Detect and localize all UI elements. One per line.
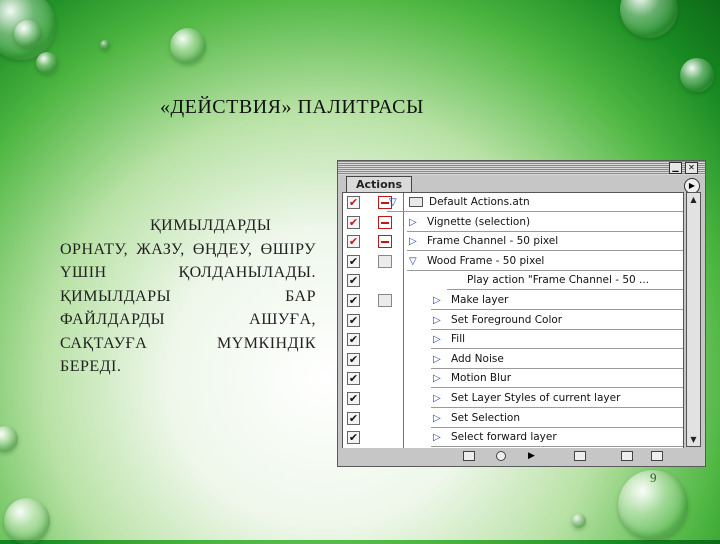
- action-row[interactable]: ✔ ▷ Motion Blur: [343, 369, 683, 389]
- column-separator: [403, 251, 404, 272]
- action-label: Play action "Frame Channel - 50 ...: [467, 274, 650, 287]
- collapsed-triangle-icon[interactable]: ▷: [433, 413, 441, 424]
- action-row[interactable]: ✔ ▷ Set Foreground Color: [343, 310, 683, 331]
- minimize-icon[interactable]: ▁: [669, 162, 682, 174]
- toggle-checkbox[interactable]: ✔: [347, 215, 360, 229]
- column-separator: [403, 349, 404, 370]
- bubble-decoration: [620, 0, 678, 38]
- vertical-scrollbar[interactable]: ▲ ▼: [686, 192, 701, 447]
- action-row[interactable]: ✔ ▷ Make layer: [343, 291, 683, 311]
- slide-title: «ДЕЙСТВИЯ» ПАЛИТРАСЫ: [160, 96, 424, 118]
- collapsed-triangle-icon[interactable]: ▷: [433, 373, 441, 384]
- action-row[interactable]: ✔ ▷ Add Noise: [343, 349, 683, 370]
- collapsed-triangle-icon[interactable]: ▷: [433, 432, 441, 443]
- column-separator: [403, 212, 404, 233]
- record-icon[interactable]: [496, 451, 506, 461]
- play-icon[interactable]: ▶: [528, 451, 540, 461]
- actions-list: ✔ ▽ Default Actions.atn ✔ ▷ Vignette (selecti…: [342, 192, 684, 449]
- column-separator: [403, 271, 404, 291]
- toggle-checkbox[interactable]: ✔: [347, 352, 360, 366]
- column-separator: [403, 369, 404, 389]
- action-row[interactable]: ✔ Play action "Frame Channel - 50 ...: [343, 271, 683, 291]
- action-row[interactable]: ✔ ▷ Vignette (selection): [343, 212, 683, 233]
- column-separator: [403, 389, 404, 409]
- dialog-toggle[interactable]: [378, 294, 392, 307]
- action-row[interactable]: ✔ ▷ Frame Channel - 50 pixel: [343, 232, 683, 252]
- bubble-decoration: [680, 58, 714, 92]
- action-label: Vignette (selection): [427, 215, 531, 228]
- slide-body-text: ҚИМЫЛДАРДЫ ОРНАТУ, ЖАЗУ, ӨҢДЕУ, ӨШІРУ ҮШ…: [60, 217, 316, 375]
- action-label: Default Actions.atn: [429, 196, 530, 208]
- action-label: Frame Channel - 50 pixel: [427, 235, 559, 248]
- column-separator: [403, 330, 404, 350]
- scroll-down-icon[interactable]: ▼: [688, 434, 699, 445]
- toggle-checkbox[interactable]: ✔: [347, 235, 360, 249]
- action-label: Select forward layer: [451, 431, 557, 444]
- action-label: Set Foreground Color: [451, 313, 563, 326]
- toggle-checkbox[interactable]: ✔: [347, 274, 360, 288]
- action-row[interactable]: ✔ ▽ Default Actions.atn: [343, 193, 683, 213]
- toggle-checkbox[interactable]: ✔: [347, 372, 360, 386]
- stop-icon[interactable]: [463, 451, 475, 461]
- bubble-decoration: [14, 20, 42, 48]
- collapsed-triangle-icon[interactable]: ▷: [433, 393, 441, 404]
- action-label: Set Selection: [451, 411, 520, 424]
- folder-icon: [409, 197, 423, 207]
- dialog-toggle[interactable]: [378, 235, 392, 249]
- toggle-checkbox[interactable]: ✔: [347, 254, 360, 268]
- dialog-toggle[interactable]: [378, 215, 392, 229]
- action-label: Motion Blur: [451, 372, 512, 385]
- bubble-decoration: [100, 40, 110, 50]
- action-label: Wood Frame - 50 pixel: [427, 254, 545, 267]
- page-number: 9: [650, 470, 657, 485]
- collapsed-triangle-icon[interactable]: ▷: [433, 315, 441, 326]
- column-separator: [403, 291, 404, 311]
- column-separator: [403, 408, 404, 429]
- palette-titlebar[interactable]: [338, 161, 705, 175]
- new-set-icon[interactable]: [574, 451, 586, 461]
- collapsed-triangle-icon[interactable]: ▷: [409, 236, 417, 247]
- toggle-checkbox[interactable]: ✔: [347, 333, 360, 347]
- actions-palette: ▁ ✕ Actions ▶ ✔ ▽ Default Actions.atn ✔ ▷ Vig…: [337, 160, 706, 467]
- toggle-checkbox[interactable]: ✔: [347, 431, 360, 445]
- collapsed-triangle-icon[interactable]: ▷: [433, 334, 441, 345]
- bubble-decoration: [36, 52, 58, 74]
- scroll-up-icon[interactable]: ▲: [688, 194, 699, 205]
- bubble-decoration: [4, 498, 50, 544]
- column-separator: [403, 310, 404, 331]
- column-separator: [403, 428, 404, 448]
- expanded-triangle-icon[interactable]: ▽: [389, 197, 397, 208]
- column-separator: [403, 232, 404, 252]
- toggle-checkbox[interactable]: ✔: [347, 411, 360, 425]
- toggle-checkbox[interactable]: ✔: [347, 196, 360, 209]
- expanded-triangle-icon[interactable]: ▽: [409, 256, 417, 267]
- action-row[interactable]: ✔ ▽ Wood Frame - 50 pixel: [343, 251, 683, 272]
- action-row[interactable]: ✔ ▷ Set Selection: [343, 408, 683, 429]
- collapsed-triangle-icon[interactable]: ▷: [409, 217, 417, 228]
- action-row[interactable]: ✔ ▷ Fill: [343, 330, 683, 350]
- toggle-checkbox[interactable]: ✔: [347, 313, 360, 327]
- new-action-icon[interactable]: [621, 451, 633, 461]
- bubble-decoration: [572, 514, 586, 528]
- close-icon[interactable]: ✕: [685, 162, 698, 174]
- collapsed-triangle-icon[interactable]: ▷: [433, 354, 441, 365]
- collapsed-triangle-icon[interactable]: ▷: [433, 295, 441, 306]
- action-cell: [431, 330, 683, 350]
- tab-actions[interactable]: Actions: [346, 176, 412, 193]
- action-label: Set Layer Styles of current layer: [451, 392, 621, 404]
- toggle-checkbox[interactable]: ✔: [347, 392, 360, 405]
- action-label: Fill: [451, 333, 466, 346]
- palette-bottom-bar: ▶: [338, 448, 705, 466]
- dialog-toggle[interactable]: [378, 254, 392, 268]
- action-row[interactable]: ✔ ▷ Select forward layer: [343, 428, 683, 448]
- bubble-decoration: [170, 28, 206, 64]
- bubble-decoration: [0, 426, 18, 452]
- delete-icon[interactable]: [651, 451, 663, 461]
- toggle-checkbox[interactable]: ✔: [347, 294, 360, 307]
- action-label: Make layer: [451, 294, 509, 306]
- action-row[interactable]: ✔ ▷ Set Layer Styles of current layer: [343, 389, 683, 409]
- action-label: Add Noise: [451, 352, 504, 365]
